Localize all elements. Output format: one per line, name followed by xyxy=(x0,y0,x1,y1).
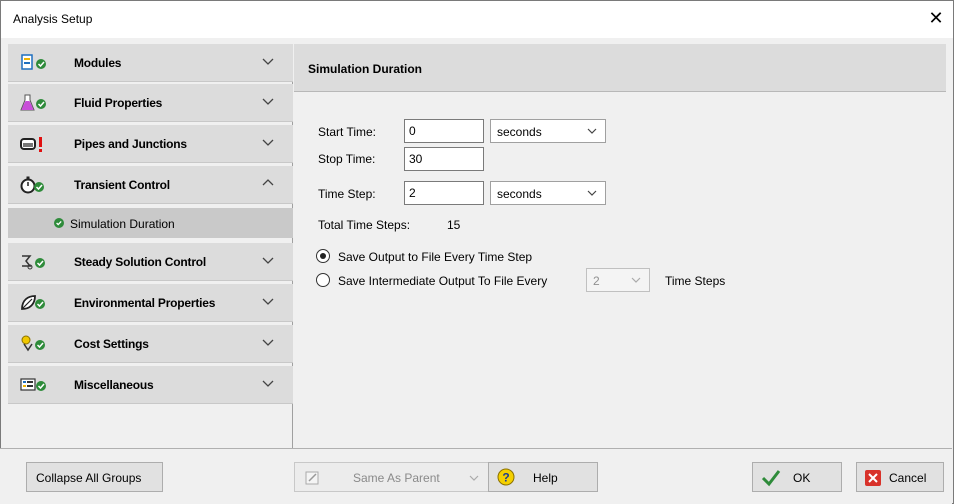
save-intermediate-label[interactable]: Save Intermediate Output To File Every xyxy=(338,274,547,288)
sidebar-group-label: Fluid Properties xyxy=(74,96,163,110)
chevron-down-icon xyxy=(631,277,641,283)
chevron-down-icon xyxy=(469,475,479,481)
start-time-unit-value: seconds xyxy=(497,125,542,139)
chevron-down-icon[interactable] xyxy=(261,94,275,108)
sidebar-group-label: Steady Solution Control xyxy=(74,255,207,269)
checkmark-icon xyxy=(761,470,781,487)
sidebar-group-label: Environmental Properties xyxy=(74,296,216,310)
misc-icon xyxy=(20,378,46,391)
sidebar-group-label: Cost Settings xyxy=(74,337,149,351)
chevron-down-icon[interactable] xyxy=(261,135,275,149)
help-button[interactable]: ? Help xyxy=(488,462,598,492)
cancel-label: Cancel xyxy=(889,471,927,485)
radio-selected-dot xyxy=(320,253,326,259)
start-time-unit-select[interactable]: seconds xyxy=(490,119,606,143)
pipe-icon xyxy=(20,137,42,152)
chevron-down-icon[interactable] xyxy=(261,253,275,267)
check-circle-icon xyxy=(54,218,64,228)
window-title: Analysis Setup xyxy=(13,12,93,26)
time-steps-suffix: Time Steps xyxy=(665,274,726,288)
chevron-down-icon xyxy=(587,190,597,196)
start-time-field[interactable]: 0 xyxy=(404,119,484,143)
cancel-x-icon xyxy=(865,470,881,486)
sidebar-group-modules[interactable]: Modules xyxy=(8,44,293,82)
solver-icon xyxy=(22,255,45,270)
sidebar-item-simulation-duration[interactable]: Simulation Duration xyxy=(8,208,293,238)
sidebar-group-environmental-properties[interactable]: Environmental Properties xyxy=(8,284,293,322)
chevron-down-icon[interactable] xyxy=(261,294,275,308)
time-step-field[interactable]: 2 xyxy=(404,181,484,205)
ok-label: OK xyxy=(793,471,811,485)
sidebar-group-label: Miscellaneous xyxy=(74,378,154,392)
sidebar-group-transient-control[interactable]: Transient Control xyxy=(8,166,293,204)
main-panel: Simulation Duration Start Time: 0 second… xyxy=(294,44,946,448)
title-bar: Analysis Setup ✕ xyxy=(0,0,954,38)
total-steps-value: 15 xyxy=(447,218,461,232)
close-icon[interactable]: ✕ xyxy=(925,7,947,29)
stop-time-label: Stop Time: xyxy=(318,152,376,166)
sidebar-group-fluid-properties[interactable]: Fluid Properties xyxy=(8,84,293,122)
panel-header: Simulation Duration xyxy=(294,44,946,92)
sidebar-group-miscellaneous[interactable]: Miscellaneous xyxy=(8,366,293,404)
edit-icon xyxy=(305,471,319,485)
intermediate-steps-select[interactable]: 2 xyxy=(586,268,650,292)
stop-time-field[interactable]: 30 xyxy=(404,147,484,171)
collapse-all-groups-button[interactable]: Collapse All Groups xyxy=(26,462,163,492)
modules-icon xyxy=(21,54,46,70)
time-step-label: Time Step: xyxy=(318,187,376,201)
help-label: Help xyxy=(533,471,558,485)
intermediate-steps-value: 2 xyxy=(593,274,600,288)
collapse-all-groups-label: Collapse All Groups xyxy=(36,471,142,485)
leaf-icon xyxy=(21,295,45,310)
sidebar: Modules Fluid Properties Pipes and Junct… xyxy=(8,44,293,448)
sidebar-group-cost-settings[interactable]: Cost Settings xyxy=(8,325,293,363)
sidebar-group-label: Pipes and Junctions xyxy=(74,137,187,151)
coins-icon xyxy=(21,335,45,352)
stopwatch-icon xyxy=(20,176,44,194)
cancel-button[interactable]: Cancel xyxy=(856,462,944,492)
sidebar-item-label: Simulation Duration xyxy=(70,217,175,231)
time-step-unit-select[interactable]: seconds xyxy=(490,181,606,205)
chevron-down-icon xyxy=(587,128,597,134)
chevron-up-icon[interactable] xyxy=(261,176,275,190)
save-intermediate-radio[interactable] xyxy=(316,273,330,287)
svg-text:?: ? xyxy=(502,471,509,485)
chevron-down-icon[interactable] xyxy=(261,335,275,349)
help-icon: ? xyxy=(497,468,515,486)
sidebar-group-pipes-junctions[interactable]: Pipes and Junctions xyxy=(8,125,293,163)
chevron-down-icon[interactable] xyxy=(261,54,275,68)
same-as-parent-button[interactable]: Same As Parent xyxy=(294,462,489,492)
sidebar-group-label: Transient Control xyxy=(74,178,170,192)
total-steps-label: Total Time Steps: xyxy=(318,218,411,232)
same-as-parent-label: Same As Parent xyxy=(353,471,440,485)
start-time-label: Start Time: xyxy=(318,125,377,139)
sidebar-group-steady-solution-control[interactable]: Steady Solution Control xyxy=(8,243,293,281)
time-step-unit-value: seconds xyxy=(497,187,542,201)
flask-icon xyxy=(20,94,46,111)
sidebar-group-label: Modules xyxy=(74,56,122,70)
save-every-step-label[interactable]: Save Output to File Every Time Step xyxy=(338,250,532,264)
chevron-down-icon[interactable] xyxy=(261,376,275,390)
ok-button[interactable]: OK xyxy=(752,462,842,492)
page-title: Simulation Duration xyxy=(308,62,422,76)
button-bar: Collapse All Groups Same As Parent ? Hel… xyxy=(0,448,952,504)
save-every-step-radio[interactable] xyxy=(316,249,330,263)
